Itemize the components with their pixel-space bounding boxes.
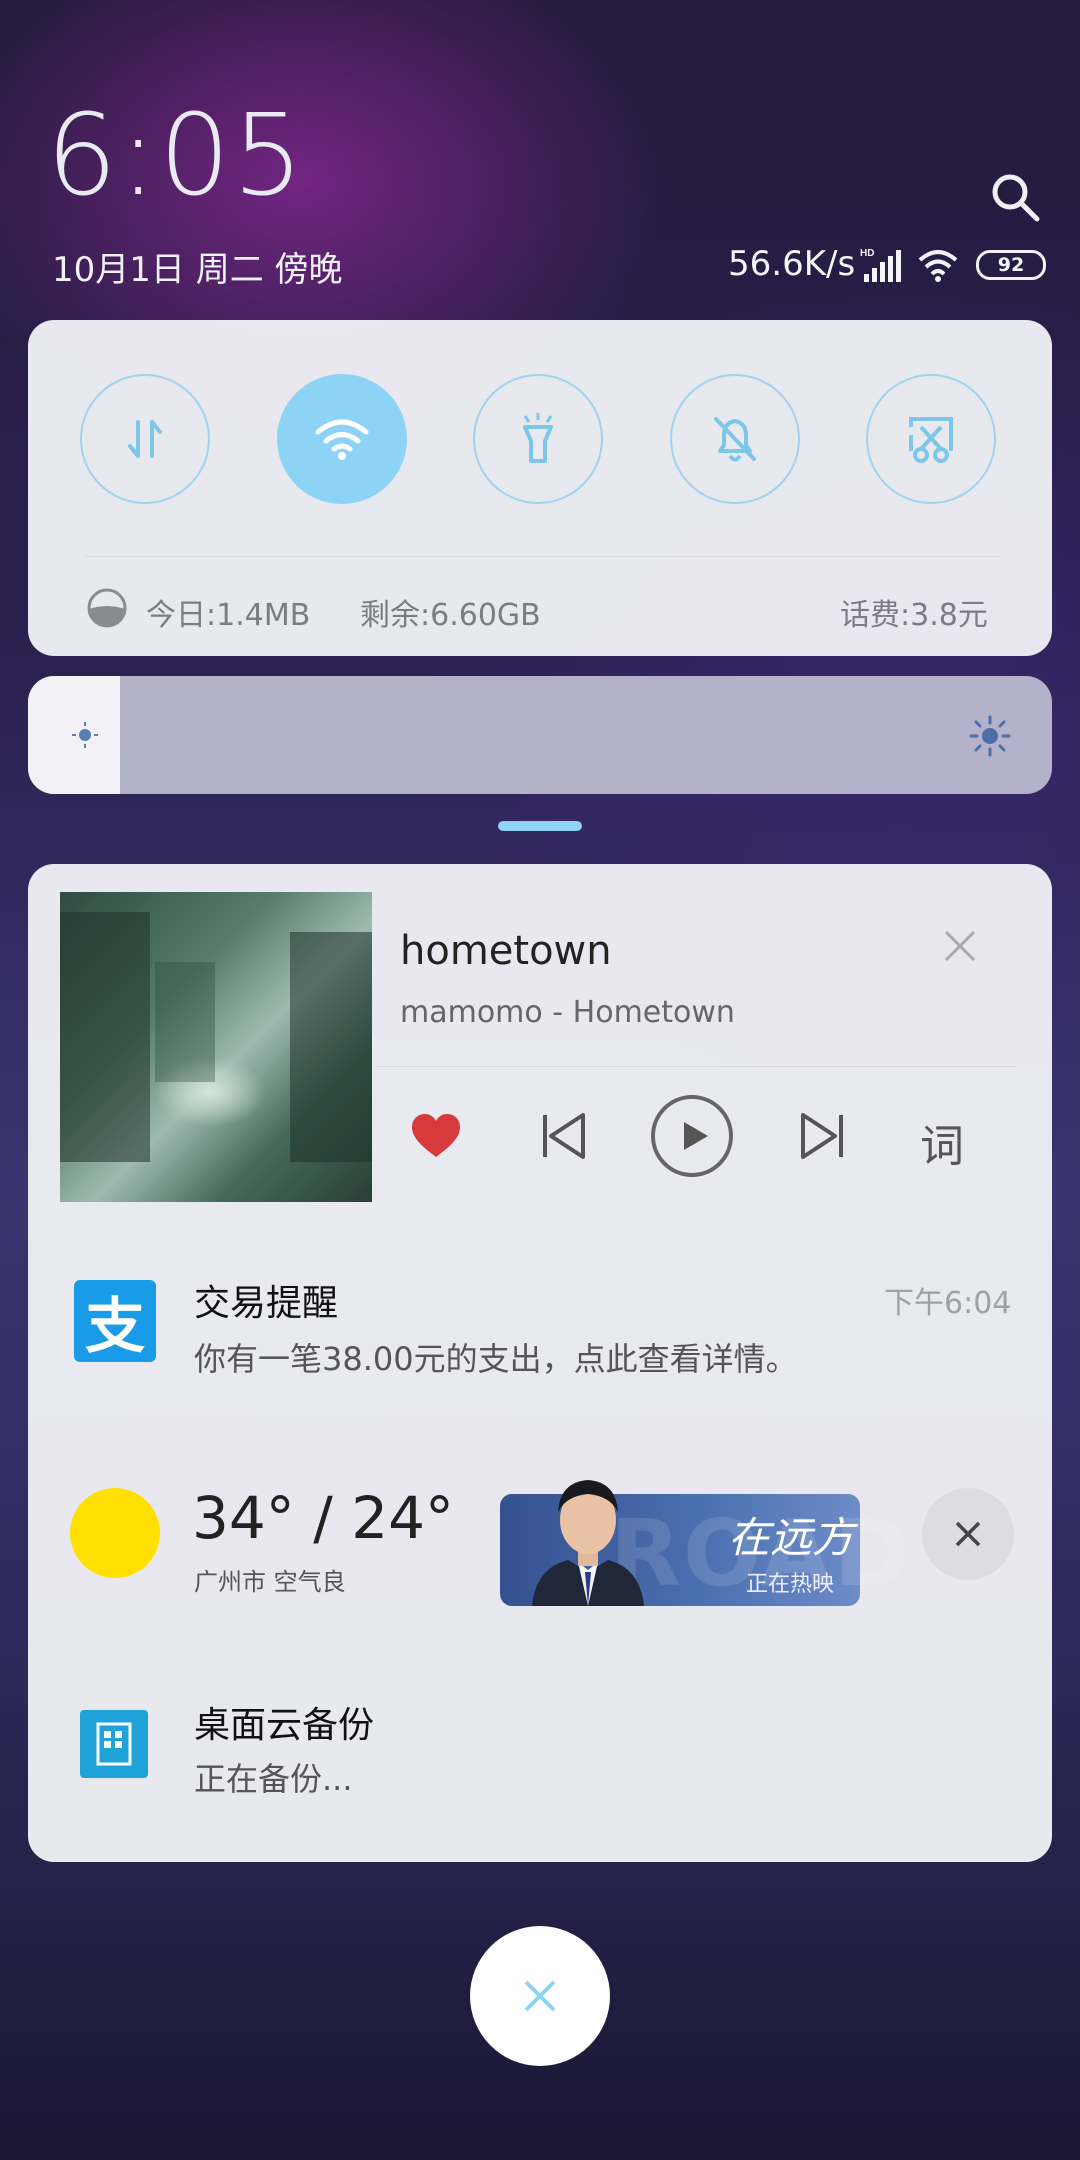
play-icon <box>651 1095 733 1177</box>
notification-title[interactable]: 交易提醒 <box>194 1274 338 1326</box>
notification-title[interactable]: 桌面云备份 <box>194 1696 374 1748</box>
skip-previous-icon <box>543 1113 585 1159</box>
panel-drag-handle[interactable] <box>498 821 582 831</box>
song-artist: mamomo - Hometown <box>400 995 735 1030</box>
date-label: 10月1日 周二 傍晚 <box>52 250 343 290</box>
song-title: hometown <box>400 928 612 974</box>
lyrics-button[interactable]: 词 <box>920 1110 964 1174</box>
weather-city: 广州市 空气良 <box>194 1568 346 1596</box>
weather-temperature[interactable]: 34° / 24° <box>192 1484 454 1552</box>
cloud-backup-icon <box>80 1710 148 1778</box>
notification-time: 下午6:04 <box>884 1286 1012 1321</box>
phone-balance[interactable]: 话费:3.8元 <box>840 590 988 634</box>
dismiss-weather-button[interactable] <box>922 1488 1014 1580</box>
banner-title: 在远方 <box>728 1513 855 1562</box>
data-remaining[interactable]: 剩余:6.60GB <box>360 590 541 634</box>
toggle-mobile-data[interactable] <box>80 374 210 504</box>
alipay-icon: 支 <box>74 1280 156 1362</box>
album-art[interactable] <box>60 892 372 1202</box>
toggle-screenshot[interactable] <box>866 374 996 504</box>
clock: 6:05 <box>46 91 306 221</box>
flashlight-icon <box>523 413 553 463</box>
divider <box>376 1066 1016 1067</box>
battery-level: 92 <box>997 254 1025 276</box>
usage-today[interactable]: 今日:1.4MB <box>146 590 310 634</box>
next-button[interactable] <box>780 1094 864 1178</box>
toggle-silent[interactable] <box>670 374 800 504</box>
play-button[interactable] <box>650 1094 734 1178</box>
previous-button[interactable] <box>522 1094 606 1178</box>
actor-portrait <box>532 1480 644 1606</box>
notification-body[interactable]: 正在备份... <box>194 1754 353 1800</box>
network-speed: 56.6K/s <box>728 244 856 284</box>
backup-grid-icon <box>96 1722 132 1766</box>
divider <box>84 556 1000 557</box>
wifi-icon <box>315 419 369 460</box>
close-icon[interactable] <box>940 926 980 966</box>
like-button[interactable] <box>394 1094 478 1178</box>
toggle-flashlight[interactable] <box>473 374 603 504</box>
brightness-low-icon <box>72 722 98 748</box>
bell-off-icon <box>714 417 756 462</box>
signal-icon: HD <box>860 248 901 282</box>
close-icon <box>955 1521 981 1547</box>
battery-indicator: 92 <box>976 250 1046 280</box>
skip-next-icon <box>801 1113 843 1159</box>
banner-subtitle: 正在热映 <box>746 1572 835 1597</box>
wifi-status-icon <box>918 250 958 282</box>
brightness-slider[interactable] <box>28 676 1052 794</box>
heart-icon <box>412 1114 460 1157</box>
clear-all-button[interactable] <box>470 1926 610 2066</box>
data-arrows-icon <box>128 420 162 458</box>
close-icon <box>524 1980 556 2012</box>
toggle-wifi[interactable] <box>277 374 407 504</box>
search-icon[interactable] <box>988 170 1042 224</box>
svg-text:HD: HD <box>860 248 874 259</box>
scissors-icon <box>909 417 953 463</box>
brightness-high-icon <box>969 715 1011 757</box>
sun-icon <box>70 1488 160 1578</box>
data-usage-icon <box>87 588 127 628</box>
notification-body[interactable]: 你有一笔38.00元的支出，点此查看详情。 <box>194 1334 798 1380</box>
